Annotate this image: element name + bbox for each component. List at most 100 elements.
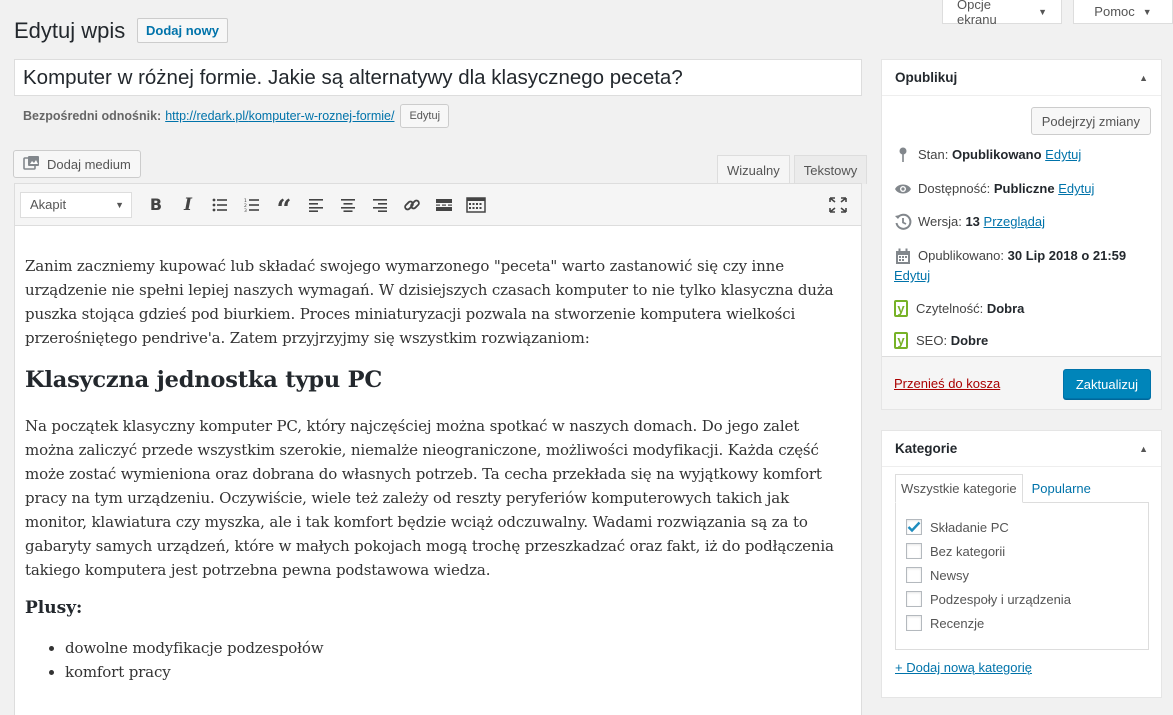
blockquote-icon[interactable]: “: [269, 190, 299, 223]
categories-box-title: Kategorie: [895, 441, 958, 456]
seo-label: SEO:: [916, 333, 948, 348]
tab-popular-categories[interactable]: Popularne: [1027, 474, 1096, 503]
readability-label: Czytelność:: [916, 301, 984, 316]
tab-all-categories[interactable]: Wszystkie kategorie: [895, 474, 1023, 503]
bullet-list-icon[interactable]: [205, 190, 235, 220]
visibility-value: Publiczne: [993, 181, 1055, 196]
major-publishing-actions: Przenieś do kosza Zaktualizuj: [882, 356, 1161, 409]
published-date-row: Opublikowano: 30 Lip 2018 o 21:59: [894, 247, 1149, 265]
tab-text[interactable]: Tekstowy: [793, 155, 868, 184]
category-item[interactable]: Podzespoły i urządzenia: [906, 587, 1138, 611]
checkbox[interactable]: [906, 567, 922, 583]
heading-2: Klasyczna jednostka typu PC: [25, 367, 383, 393]
revisions-browse-link[interactable]: Przeglądaj: [984, 214, 1045, 229]
category-item[interactable]: Recenzje: [906, 611, 1138, 635]
update-button[interactable]: Zaktualizuj: [1062, 369, 1151, 399]
add-media-label: Dodaj medium: [47, 156, 131, 172]
add-media-button[interactable]: Dodaj medium: [13, 150, 141, 178]
status-label: Stan:: [918, 147, 949, 162]
fullscreen-icon[interactable]: [823, 190, 853, 220]
publish-box: Opublikuj ▲ Podejrzyj zmiany Stan: Opubl…: [881, 59, 1162, 410]
published-label: Opublikowano:: [918, 248, 1004, 263]
history-icon: [894, 213, 912, 231]
status-edit-link[interactable]: Edytuj: [1045, 147, 1081, 162]
screen-meta-links: Opcje ekranu ▼ Pomoc ▼: [942, 0, 1173, 27]
heading-3: Plusy:: [25, 598, 83, 618]
yoast-icon: y: [894, 332, 908, 349]
screen-options-label: Opcje ekranu: [957, 0, 997, 27]
checkbox[interactable]: [906, 591, 922, 607]
align-left-icon[interactable]: [301, 190, 331, 220]
collapse-arrow-icon[interactable]: ▲: [1139, 73, 1148, 83]
categories-box-header[interactable]: Kategorie ▲: [882, 431, 1161, 467]
help-label: Pomoc: [1094, 4, 1135, 19]
paragraph: Zanim zaczniemy kupować lub składać swoj…: [25, 257, 834, 347]
editor-toolbar: Akapit ▼ B I 123 “: [15, 184, 861, 226]
move-to-trash-link[interactable]: Przenieś do kosza: [894, 376, 1000, 391]
pin-icon: [894, 146, 912, 164]
revisions-row: Wersja: 13 Przeglądaj: [894, 213, 1149, 231]
calendar-icon: [894, 247, 912, 265]
bullet-list: dowolne modyfikacje podzespołów komfort …: [65, 636, 851, 684]
read-more-icon[interactable]: [429, 190, 459, 220]
collapse-arrow-icon[interactable]: ▲: [1139, 444, 1148, 454]
checkbox[interactable]: [906, 519, 922, 535]
visibility-label: Dostępność:: [918, 181, 991, 196]
publish-box-title: Opublikuj: [895, 70, 958, 85]
checkbox[interactable]: [906, 543, 922, 559]
status-row: Stan: Opublikowano Edytuj: [894, 146, 1149, 164]
svg-text:3: 3: [244, 208, 247, 212]
status-value: Opublikowano: [951, 147, 1042, 162]
readability-value: Dobra: [986, 301, 1025, 316]
numbered-list-icon[interactable]: 123: [237, 190, 267, 220]
category-item[interactable]: Bez kategorii: [906, 539, 1138, 563]
publish-box-header[interactable]: Opublikuj ▲: [882, 60, 1161, 96]
caret-down-icon: ▼: [1142, 6, 1152, 17]
visibility-edit-link[interactable]: Edytuj: [1058, 181, 1094, 196]
category-label: Newsy: [930, 567, 970, 583]
yoast-icon: y: [894, 300, 908, 317]
editor-tabs: Wizualny Tekstowy: [717, 155, 871, 184]
post-title-input[interactable]: Komputer w różnej formie. Jakie są alter…: [14, 59, 862, 96]
add-new-button[interactable]: Dodaj nowy: [137, 18, 228, 43]
visibility-row: Dostępność: Publiczne Edytuj: [894, 180, 1149, 198]
media-icon: [23, 155, 41, 174]
checkbox[interactable]: [906, 615, 922, 631]
caret-down-icon: ▼: [115, 199, 124, 210]
help-button[interactable]: Pomoc ▼: [1073, 0, 1173, 24]
seo-row: y SEO: Dobre: [894, 332, 1149, 350]
align-center-icon[interactable]: [333, 190, 363, 220]
preview-changes-button[interactable]: Podejrzyj zmiany: [1030, 107, 1151, 135]
edit-permalink-button[interactable]: Edytuj: [400, 104, 450, 128]
permalink-end: /: [390, 109, 395, 123]
seo-value: Dobre: [950, 333, 989, 348]
eye-icon: [894, 180, 912, 198]
editor-content[interactable]: Zanim zaczniemy kupować lub składać swoj…: [15, 226, 861, 684]
align-right-icon[interactable]: [365, 190, 395, 220]
readability-row: y Czytelność: Dobra: [894, 300, 1149, 318]
bold-icon[interactable]: B: [141, 190, 171, 220]
revisions-label: Wersja:: [918, 214, 962, 229]
link-icon[interactable]: [397, 190, 427, 220]
category-label: Recenzje: [930, 615, 985, 631]
categories-box: Kategorie ▲ Wszystkie kategorie Popularn…: [881, 430, 1162, 698]
format-select[interactable]: Akapit ▼: [20, 191, 132, 218]
revisions-value: 13: [965, 214, 980, 229]
page-title: Edytuj wpis: [14, 18, 126, 43]
italic-icon[interactable]: I: [173, 190, 203, 220]
category-item[interactable]: Składanie PC: [906, 515, 1138, 539]
add-new-category-link[interactable]: + Dodaj nową kategorię: [895, 660, 1032, 675]
category-label: Składanie PC: [930, 519, 1009, 535]
category-label: Podzespoły i urządzenia: [930, 591, 1071, 607]
format-select-value: Akapit: [30, 197, 67, 212]
published-value: 30 Lip 2018 o 21:59: [1007, 248, 1127, 263]
permalink-base: http://redark.pl/: [165, 109, 249, 123]
post-editor: Akapit ▼ B I 123 “ Zanim zaczniemy kupow…: [14, 183, 862, 715]
toolbar-toggle-icon[interactable]: [461, 190, 491, 220]
category-item[interactable]: Newsy: [906, 563, 1138, 587]
tab-visual[interactable]: Wizualny: [717, 155, 790, 184]
screen-options-button[interactable]: Opcje ekranu ▼: [942, 0, 1062, 27]
permalink-slug: komputer-w-roznej-formie: [248, 109, 391, 123]
permalink-link[interactable]: http://redark.pl/komputer-w-roznej-formi…: [165, 109, 394, 123]
published-edit-link[interactable]: Edytuj: [894, 268, 930, 283]
